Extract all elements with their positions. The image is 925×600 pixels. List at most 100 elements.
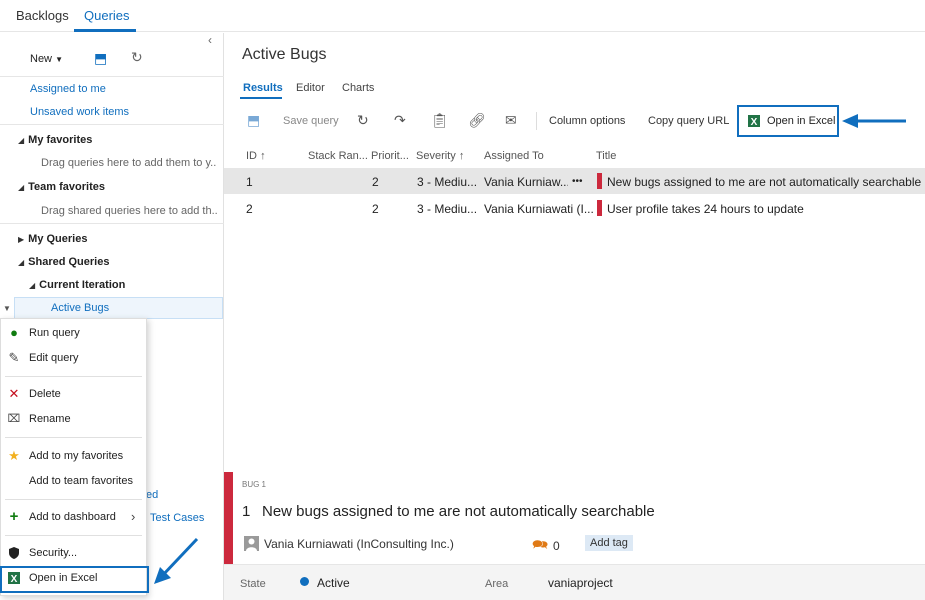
menu-label: Run query — [29, 327, 80, 339]
cell-assigned-to: Vania Kurniaw... — [484, 175, 568, 189]
expanded-triangle-icon: ◢ — [18, 183, 25, 192]
link-unsaved-work-items[interactable]: Unsaved work items — [30, 106, 129, 118]
menu-separator — [5, 499, 142, 500]
column-header-title[interactable]: Title — [596, 150, 616, 162]
active-bugs-query-label: Active Bugs — [51, 302, 110, 314]
my-favorites-hint: Drag queries here to add them to y... — [41, 157, 217, 169]
my-favorites-label: My favorites — [28, 134, 93, 146]
cell-id: 2 — [246, 202, 253, 216]
expanded-triangle-icon: ◢ — [18, 258, 25, 267]
cell-title: New bugs assigned to me are not automati… — [607, 175, 922, 189]
my-queries-label: My Queries — [28, 233, 88, 245]
tab-backlogs[interactable]: Backlogs — [16, 8, 69, 23]
item-menu-caret-icon[interactable]: ▼ — [3, 304, 11, 313]
refresh-icon[interactable]: ↻ — [131, 49, 143, 66]
save-query-button[interactable]: Save query — [283, 115, 339, 127]
work-item-type-label: BUG 1 — [242, 480, 267, 489]
team-favorites-hint: Drag shared queries here to add th... — [41, 205, 217, 217]
area-field[interactable]: vaniaproject — [548, 576, 613, 590]
column-header-severity[interactable]: Severity ↑ — [416, 150, 464, 162]
menu-separator — [5, 376, 142, 377]
cell-assigned-to: Vania Kurniawati (I... — [484, 202, 594, 216]
team-favorites-header[interactable]: ◢ Team favorites — [18, 181, 105, 193]
tab-results[interactable]: Results — [243, 82, 283, 94]
revert-icon[interactable]: ↷ — [394, 112, 406, 129]
query-item-partial[interactable]: ed — [146, 489, 158, 501]
copy-query-url-button[interactable]: Copy query URL — [648, 115, 729, 127]
menu-label: Delete — [29, 388, 61, 400]
sort-up-arrow-icon: ↑ — [260, 150, 266, 162]
shared-queries-label: Shared Queries — [28, 256, 110, 268]
column-header-assigned-to[interactable]: Assigned To — [484, 150, 544, 162]
active-tab-underline — [74, 29, 136, 32]
column-label: Severity — [416, 150, 456, 162]
work-item-detail-panel: BUG 1 1 New bugs assigned to me are not … — [224, 472, 925, 600]
chevron-right-icon: › — [131, 509, 136, 524]
shared-queries-header[interactable]: ◢ Shared Queries — [18, 256, 109, 268]
bug-type-color-bar — [224, 472, 233, 564]
query-item-test-cases[interactable]: Test Cases — [150, 512, 204, 524]
my-favorites-header[interactable]: ◢ My favorites — [18, 134, 92, 146]
annotation-arrow-toolbar — [842, 114, 906, 128]
current-iteration-folder[interactable]: ◢ Current Iteration — [29, 279, 125, 291]
pencil-icon: ✎ — [8, 350, 20, 365]
menu-item-run-query[interactable]: ● Run query — [1, 323, 146, 345]
table-row[interactable]: 2 2 3 - Mediu... Vania Kurniawati (I... … — [224, 195, 925, 221]
team-favorites-label: Team favorites — [28, 181, 105, 193]
menu-label: Add to dashboard — [29, 511, 116, 523]
menu-label: Rename — [29, 413, 71, 425]
rename-icon: ⌧ — [7, 413, 21, 425]
expanded-triangle-icon: ◢ — [18, 136, 25, 145]
column-header-id[interactable]: ID ↑ — [246, 150, 266, 162]
clipboard-icon[interactable]: 📋︎ — [431, 112, 449, 129]
plus-icon: + — [9, 508, 19, 525]
divider — [0, 124, 224, 125]
menu-item-edit-query[interactable]: ✎ Edit query — [1, 348, 146, 370]
table-row[interactable]: 1 2 3 - Mediu... Vania Kurniaw... ••• Ne… — [224, 168, 925, 194]
tab-queries[interactable]: Queries — [84, 8, 130, 23]
column-header-stack-rank[interactable]: Stack Ran... — [308, 150, 368, 162]
team-queries-icon[interactable]: ⬒ — [94, 50, 107, 67]
star-icon: ★ — [8, 448, 20, 463]
menu-item-delete[interactable]: ✕ Delete — [1, 384, 146, 406]
cell-id: 1 — [246, 175, 253, 189]
cell-severity: 3 - Mediu... — [417, 175, 477, 189]
menu-item-security[interactable]: Security... — [1, 543, 146, 565]
menu-item-add-to-my-favorites[interactable]: ★ Add to my favorites — [1, 446, 146, 468]
selected-query-row[interactable]: Active Bugs — [14, 297, 223, 319]
menu-item-add-to-dashboard[interactable]: + Add to dashboard › — [1, 507, 146, 529]
menu-label: Edit query — [29, 352, 79, 364]
state-label: State — [240, 578, 266, 590]
sort-up-arrow-icon: ↑ — [458, 150, 465, 162]
cell-priority: 2 — [372, 202, 379, 216]
refresh-icon[interactable]: ↻ — [357, 112, 369, 129]
play-icon: ● — [10, 325, 18, 340]
highlight-box-context-excel — [0, 566, 149, 593]
menu-separator — [5, 437, 142, 438]
my-queries-header[interactable]: ▶ My Queries — [18, 233, 87, 245]
assigned-to-field[interactable]: Vania Kurniawati (InConsulting Inc.) — [264, 537, 454, 551]
collapsed-triangle-icon: ▶ — [18, 235, 25, 244]
state-field[interactable]: Active — [317, 576, 350, 590]
work-item-title[interactable]: New bugs assigned to me are not automati… — [262, 503, 655, 520]
comments-icon[interactable]: 🗪︎ — [532, 536, 548, 558]
new-button[interactable]: New ▼ — [30, 53, 63, 65]
link-icon[interactable]: 🔗︎ — [468, 112, 486, 129]
menu-separator — [5, 535, 142, 536]
save-query-icon: ⬒ — [247, 112, 261, 128]
column-header-priority[interactable]: Priorit... — [371, 150, 409, 162]
add-tag-button[interactable]: Add tag — [585, 535, 633, 551]
tab-editor[interactable]: Editor — [296, 82, 325, 94]
menu-item-add-to-team-favorites[interactable]: Add to team favorites — [1, 471, 146, 493]
menu-label: Add to team favorites — [29, 475, 133, 487]
column-options-button[interactable]: Column options — [549, 115, 625, 127]
state-dot-icon — [300, 577, 309, 586]
collapse-chevron-icon[interactable]: ‹ — [208, 33, 212, 47]
link-assigned-to-me[interactable]: Assigned to me — [30, 83, 106, 95]
row-more-options-icon[interactable]: ••• — [572, 176, 583, 187]
tab-charts[interactable]: Charts — [342, 82, 374, 94]
email-icon[interactable]: ✉ — [505, 112, 517, 129]
menu-item-rename[interactable]: ⌧ Rename — [1, 409, 146, 431]
toolbar-separator — [536, 112, 537, 130]
area-label: Area — [485, 578, 509, 590]
